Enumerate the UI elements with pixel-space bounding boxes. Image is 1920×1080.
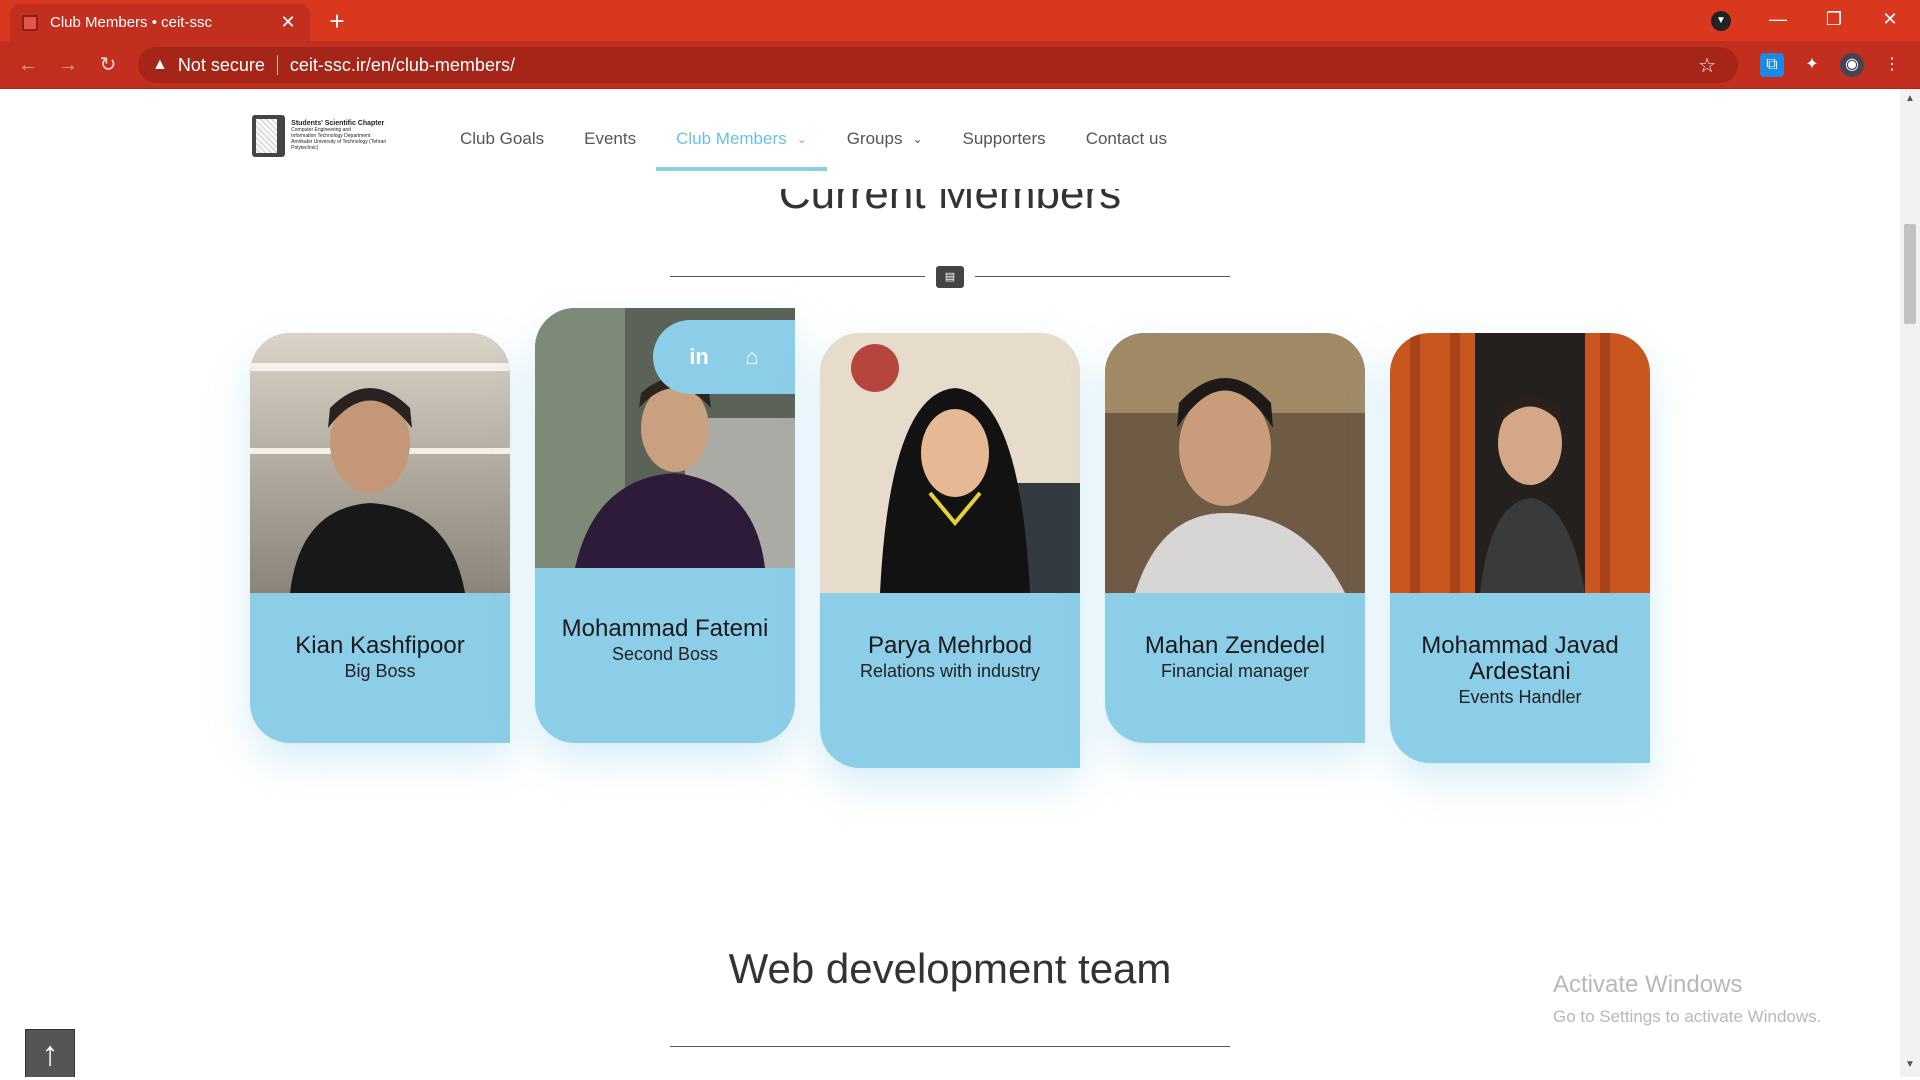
menu-item-club-goals[interactable]: Club Goals xyxy=(440,89,564,189)
security-label[interactable]: Not secure xyxy=(178,55,265,76)
member-role: Events Handler xyxy=(1458,687,1582,707)
member-role: Financial manager xyxy=(1160,661,1310,681)
main-menu: Club Goals Events Club Members ⌄ Groups ⌄ … xyxy=(440,89,1187,189)
reload-icon[interactable]: ↻ xyxy=(94,51,122,79)
logo-mark-icon xyxy=(252,115,286,157)
back-arrow-icon[interactable]: ← xyxy=(14,51,42,79)
member-photo: in ⌂ xyxy=(535,308,795,568)
member-card[interactable]: in ⌂ Mohammad Fatemi Second Boss xyxy=(535,308,795,743)
scroll-up-icon[interactable]: ▲ xyxy=(1904,93,1916,107)
restore-icon[interactable]: ❐ xyxy=(1806,0,1862,41)
tab-close-icon[interactable]: ✕ xyxy=(278,12,298,33)
menu-item-events[interactable]: Events xyxy=(564,89,656,189)
member-role: Relations with industry xyxy=(859,661,1041,681)
minimize-icon[interactable]: — xyxy=(1750,0,1806,41)
extension-translate-icon[interactable]: ⧉ xyxy=(1760,53,1784,77)
page-scrollbar[interactable]: ▲ ▼ xyxy=(1900,89,1920,1077)
browser-tab-bar: Club Members • ceit-ssc ✕ + ▼ — ❐ ✕ xyxy=(0,0,1920,41)
member-role: Second Boss xyxy=(611,644,719,664)
member-card[interactable]: Parya Mehrbod Relations with industry xyxy=(820,333,1080,768)
section-divider-right xyxy=(975,276,1230,277)
url-text[interactable]: ceit-ssc.ir/en/club-members/ xyxy=(290,55,515,76)
watermark-line2: Go to Settings to activate Windows. xyxy=(1553,1007,1822,1026)
logo-text: Students' Scientific Chapter Computer En… xyxy=(291,120,410,151)
menu-label: Supporters xyxy=(962,129,1046,148)
logo-line: Amirkabir University of Technology (Tehr… xyxy=(291,139,387,151)
linkedin-icon[interactable]: in xyxy=(689,344,709,370)
windows-activation-watermark: Activate Windows Go to Settings to activ… xyxy=(1553,971,1821,1027)
forward-arrow-icon[interactable]: → xyxy=(54,51,82,79)
member-name: Mohammad Javad Ardestani xyxy=(1421,632,1619,685)
browser-toolbar: ← → ↻ ▲ Not secure ceit-ssc.ir/en/club-m… xyxy=(0,41,1920,89)
member-photo xyxy=(1105,333,1365,593)
media-indicator-icon[interactable]: ▼ xyxy=(1711,11,1731,31)
web-team-divider xyxy=(670,1046,1230,1047)
member-photo xyxy=(1390,333,1650,593)
scroll-thumb[interactable] xyxy=(1904,224,1916,324)
menu-item-groups[interactable]: Groups ⌄ xyxy=(827,89,943,189)
id-card-icon: ▤ xyxy=(936,266,964,288)
browser-menu-icon[interactable]: ⋮ xyxy=(1880,53,1904,77)
member-photo xyxy=(820,333,1080,593)
watermark-line1: Activate Windows xyxy=(1553,971,1743,998)
menu-label: Contact us xyxy=(1085,129,1167,148)
member-name: Mohammad Fatemi xyxy=(561,615,769,642)
back-to-top-arrow-up-icon[interactable]: ↑ xyxy=(25,1029,75,1077)
member-name: Kian Kashfipoor xyxy=(295,632,465,659)
menu-label: Groups xyxy=(846,129,903,148)
extensions-puzzle-icon[interactable]: ✦ xyxy=(1800,53,1824,77)
menu-item-supporters[interactable]: Supporters xyxy=(943,89,1066,189)
chevron-down-icon: ⌄ xyxy=(796,132,807,146)
address-bar[interactable]: ▲ Not secure ceit-ssc.ir/en/club-members… xyxy=(138,47,1738,83)
menu-item-contact[interactable]: Contact us xyxy=(1066,89,1187,189)
menu-label: Club Goals xyxy=(460,129,545,148)
member-card[interactable]: Mahan Zendedel Financial manager xyxy=(1105,333,1365,743)
bookmark-star-icon[interactable]: ☆ xyxy=(1698,53,1716,78)
window-close-icon[interactable]: ✕ xyxy=(1862,0,1918,41)
page-viewport: Students' Scientific Chapter Computer En… xyxy=(0,89,1900,1077)
tab-title: Club Members • ceit-ssc xyxy=(50,14,212,31)
site-favicon-icon xyxy=(22,14,38,31)
social-links: in ⌂ xyxy=(653,320,795,394)
omnibox-separator xyxy=(276,55,278,75)
new-tab-plus-icon[interactable]: + xyxy=(322,6,352,36)
menu-label: Club Members xyxy=(676,129,787,148)
warning-triangle-icon[interactable]: ▲ xyxy=(152,56,168,74)
member-name: Mahan Zendedel xyxy=(1144,632,1326,659)
member-card[interactable]: Mohammad Javad Ardestani Events Handler xyxy=(1390,333,1650,763)
member-card[interactable]: Kian Kashfipoor Big Boss xyxy=(250,333,510,743)
menu-label: Events xyxy=(584,129,637,148)
site-logo[interactable]: Students' Scientific Chapter Computer En… xyxy=(252,114,410,158)
member-photo xyxy=(250,333,510,593)
member-role: Big Boss xyxy=(344,661,416,681)
home-icon[interactable]: ⌂ xyxy=(745,344,758,370)
profile-avatar[interactable]: ◉ xyxy=(1840,53,1864,77)
section-divider-left xyxy=(670,276,925,277)
site-header: Students' Scientific Chapter Computer En… xyxy=(0,89,1900,189)
menu-item-club-members[interactable]: Club Members ⌄ xyxy=(656,89,827,189)
scroll-down-icon[interactable]: ▼ xyxy=(1904,1059,1916,1073)
browser-tab[interactable]: Club Members • ceit-ssc ✕ xyxy=(10,4,310,41)
chevron-down-icon: ⌄ xyxy=(912,132,923,146)
member-name: Parya Mehrbod xyxy=(867,632,1033,659)
